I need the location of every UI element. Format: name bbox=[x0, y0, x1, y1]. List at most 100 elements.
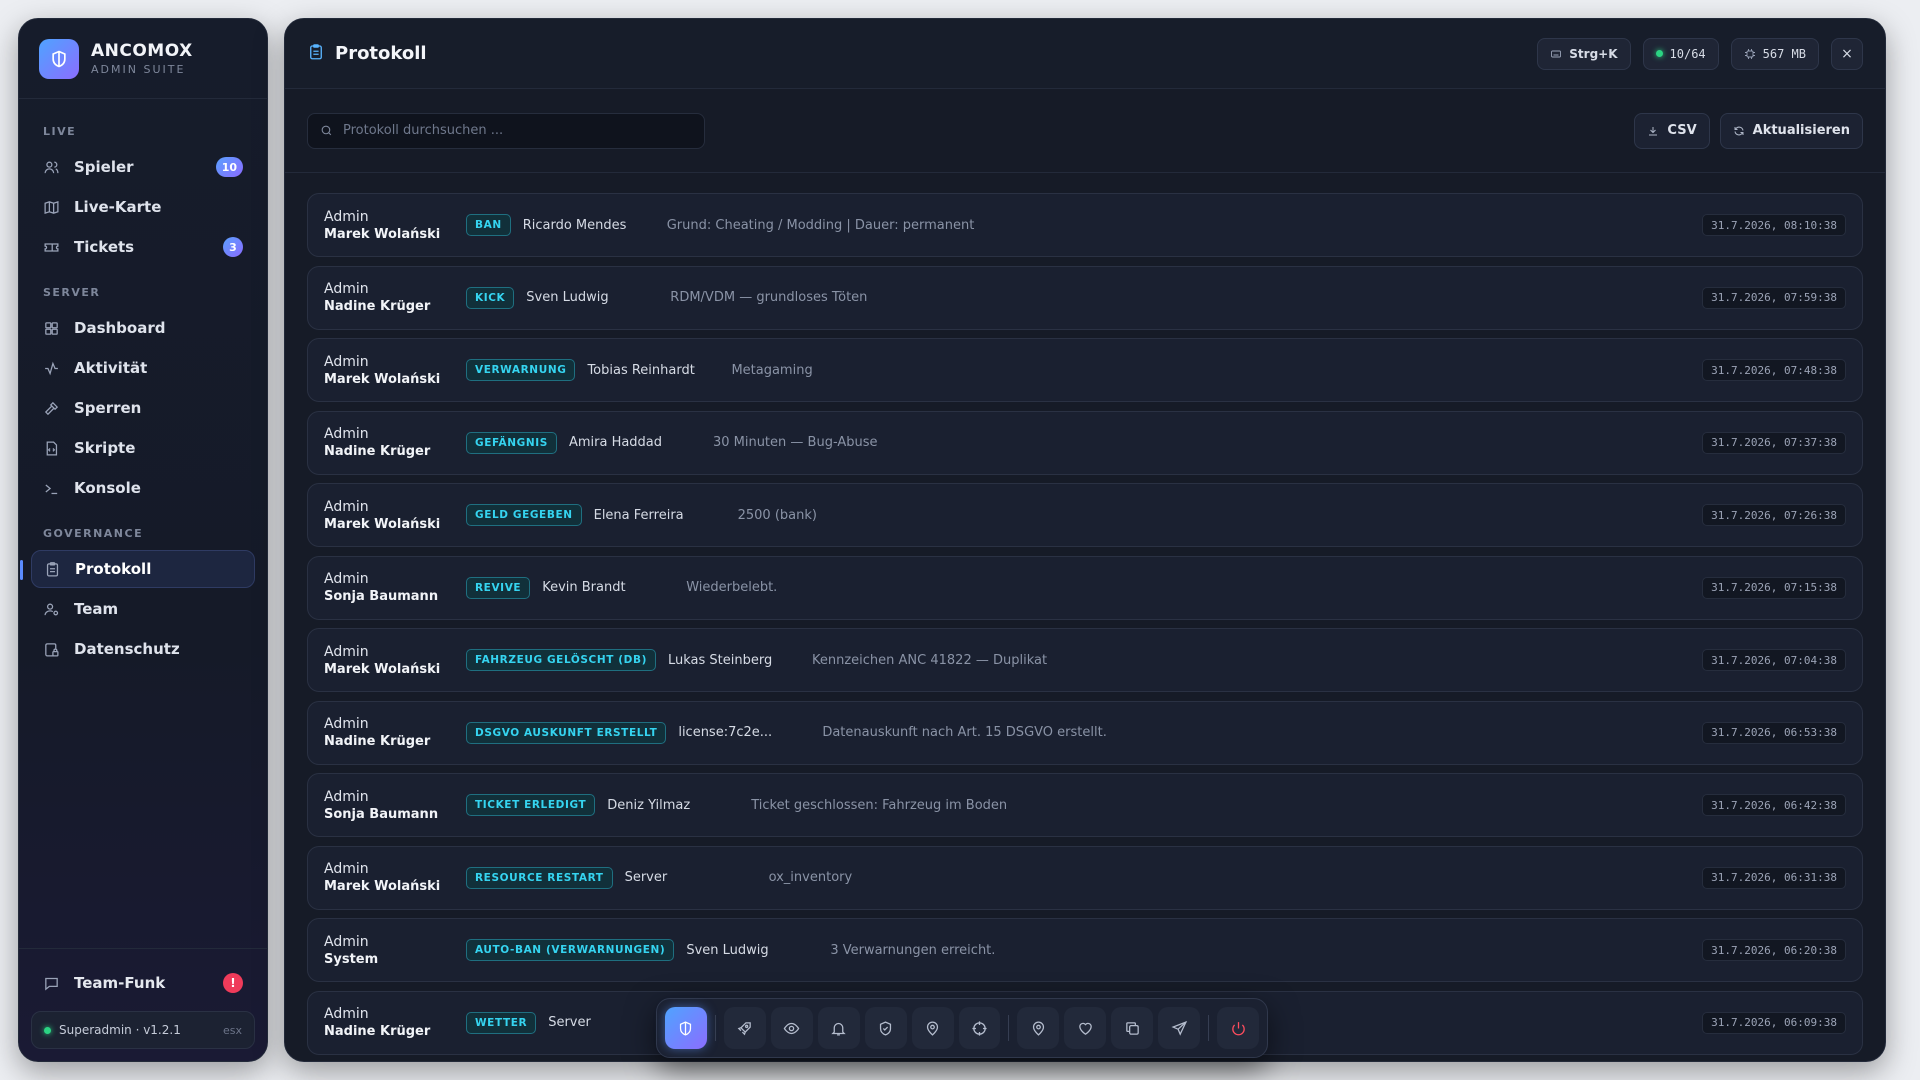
power-icon bbox=[1231, 1021, 1245, 1035]
sidebar-item-spieler[interactable]: Spieler 10 bbox=[31, 148, 255, 186]
log-entry[interactable]: Admin Marek Wolański FAHRZEUG GELÖSCHT (… bbox=[307, 628, 1863, 692]
log-target: Elena Ferreira bbox=[593, 507, 684, 523]
log-detail: Wiederbelebt. bbox=[686, 580, 778, 595]
dock-power-button[interactable] bbox=[1217, 1007, 1260, 1049]
dock-divider bbox=[714, 1015, 716, 1041]
brand[interactable]: ANCOMOX ADMIN SUITE bbox=[19, 19, 267, 99]
log-detail: Kennzeichen ANC 41822 — Duplikat bbox=[811, 652, 1048, 668]
memory-usage: 567 MB bbox=[1762, 46, 1806, 61]
log-entry[interactable]: Admin Sonja Baumann TICKET ERLEDIGT Deni… bbox=[307, 773, 1863, 837]
clipboard-lock-icon bbox=[45, 642, 59, 657]
log-detail: Grund: Cheating / Modding | Dauer: perma… bbox=[666, 217, 975, 233]
memory-chip: 567 MB bbox=[1730, 37, 1819, 70]
log-entry[interactable]: Admin Nadine Krüger KICK Sven Ludwig RDM… bbox=[307, 265, 1863, 330]
sidebar-item-team[interactable]: Team bbox=[31, 590, 255, 628]
actor-name: Nadine Krüger bbox=[324, 444, 431, 459]
sidebar-item-tickets[interactable]: Tickets 3 bbox=[31, 228, 255, 266]
dock-send-button[interactable] bbox=[1158, 1007, 1201, 1049]
actor-role: Admin bbox=[324, 861, 369, 877]
log-target: Sven Ludwig bbox=[686, 942, 769, 958]
sidebar-item-sperren[interactable]: Sperren bbox=[31, 389, 255, 427]
log-entry[interactable]: Admin Marek Wolański VERWARNUNG Tobias R… bbox=[307, 338, 1863, 402]
header-actions: Strg+K 10/64 567 MB × bbox=[1537, 37, 1863, 70]
clipboard-icon bbox=[307, 43, 325, 65]
close-button[interactable]: × bbox=[1831, 37, 1863, 70]
actor-name: Nadine Krüger bbox=[324, 299, 431, 314]
csv-export-button[interactable]: CSV bbox=[1634, 112, 1710, 149]
log-target: Ricardo Mendes bbox=[522, 217, 627, 233]
log-actor: Admin Marek Wolański bbox=[324, 209, 466, 242]
log-entry[interactable]: Admin Nadine Krüger DSGVO AUSKUNFT ERSTE… bbox=[307, 700, 1863, 765]
sidebar-item-live-karte[interactable]: Live-Karte bbox=[31, 188, 255, 226]
sidebar: ANCOMOX ADMIN SUITE LIVE Spieler 10 Live… bbox=[18, 18, 268, 1062]
dock-eye-button[interactable] bbox=[770, 1007, 813, 1049]
actor-role: Admin bbox=[324, 281, 369, 297]
sidebar-item-label: Datenschutz bbox=[74, 640, 180, 658]
action-badge: AUTO-BAN (VERWARNUNGEN) bbox=[466, 939, 675, 961]
sidebar-item-skripte[interactable]: Skripte bbox=[31, 429, 255, 467]
log-actor: Admin Nadine Krüger bbox=[324, 426, 466, 459]
search-input[interactable] bbox=[343, 123, 683, 138]
sidebar-item-datenschutz[interactable]: Datenschutz bbox=[31, 630, 255, 668]
alert-badge: ! bbox=[223, 973, 243, 993]
log-timestamp: 31.7.2026, 06:42:38 bbox=[1702, 794, 1846, 816]
dock-crosshair-button[interactable] bbox=[958, 1007, 1001, 1049]
log-actor: Admin Marek Wolański bbox=[324, 861, 466, 894]
log-detail: Ticket geschlossen: Fahrzeug im Boden bbox=[751, 797, 1008, 813]
action-badge: GEFÄNGNIS bbox=[466, 431, 557, 454]
log-entry[interactable]: Admin System AUTO-BAN (VERWARNUNGEN) Sve… bbox=[307, 918, 1863, 982]
log-entry[interactable]: Admin Marek Wolański RESOURCE RESTART Se… bbox=[307, 845, 1863, 910]
log-entry[interactable]: Admin Marek Wolański BAN Ricardo Mendes … bbox=[307, 193, 1863, 257]
dock-shield-check-button[interactable] bbox=[864, 1007, 907, 1049]
actor-name: Sonja Baumann bbox=[324, 806, 439, 822]
actor-role: Admin bbox=[324, 716, 369, 732]
team-funk-label: Team-Funk bbox=[74, 974, 166, 992]
main-panel: Protokoll Strg+K 10/64 567 MB × Protokol… bbox=[284, 18, 1886, 1062]
actor-name: Marek Wolański bbox=[324, 661, 441, 677]
search-box[interactable] bbox=[307, 112, 705, 149]
sidebar-item-label: Team bbox=[74, 600, 119, 618]
actor-role: Admin bbox=[324, 498, 369, 515]
csv-label: CSV bbox=[1667, 123, 1697, 138]
sidebar-footer: Team-Funk ! Superadmin · v1.2.1 esx bbox=[19, 948, 267, 1061]
team-funk-button[interactable]: Team-Funk ! bbox=[31, 965, 255, 1001]
log-actor: Admin Marek Wolański bbox=[324, 644, 466, 677]
action-badge: TICKET ERLEDIGT bbox=[466, 794, 596, 816]
log-target: Deniz Yilmaz bbox=[607, 797, 691, 813]
download-icon bbox=[1649, 126, 1658, 135]
dock-rocket-button[interactable] bbox=[723, 1007, 766, 1049]
dock-copy-button[interactable] bbox=[1111, 1007, 1154, 1049]
dock-heart-button[interactable] bbox=[1064, 1007, 1107, 1049]
dock-bell-button[interactable] bbox=[817, 1007, 860, 1049]
log-actor: Admin Nadine Krüger bbox=[324, 716, 466, 749]
sidebar-item-dashboard[interactable]: Dashboard bbox=[31, 309, 255, 347]
actor-role: Admin bbox=[324, 426, 369, 442]
action-badge: DSGVO AUSKUNFT ERSTELLT bbox=[466, 721, 667, 744]
toolbar: CSV Aktualisieren bbox=[285, 89, 1885, 173]
log-entry[interactable]: Admin Marek Wolański GELD GEGEBEN Elena … bbox=[307, 483, 1863, 547]
log-entry[interactable]: Admin Nadine Krüger GEFÄNGNIS Amira Hadd… bbox=[307, 410, 1863, 475]
sidebar-item-protokoll[interactable]: Protokoll bbox=[20, 550, 255, 588]
log-timestamp: 31.7.2026, 07:04:38 bbox=[1702, 649, 1846, 671]
log-timestamp: 31.7.2026, 06:31:38 bbox=[1702, 866, 1846, 889]
actor-role: Admin bbox=[324, 788, 369, 805]
refresh-button[interactable]: Aktualisieren bbox=[1719, 112, 1863, 149]
log-timestamp: 31.7.2026, 07:48:38 bbox=[1702, 359, 1846, 381]
actor-role: Admin bbox=[324, 1006, 369, 1022]
dock-location-button[interactable] bbox=[1017, 1007, 1060, 1049]
dock-shield-button[interactable] bbox=[665, 1007, 707, 1049]
count-badge: 3 bbox=[223, 237, 243, 257]
command-palette-button[interactable]: Strg+K bbox=[1537, 37, 1631, 70]
sidebar-item-konsole[interactable]: Konsole bbox=[31, 469, 255, 507]
dock-map-pin-button[interactable] bbox=[911, 1007, 954, 1049]
location-pin-icon bbox=[1032, 1021, 1045, 1036]
log-detail: 3 Verwarnungen erreicht. bbox=[830, 942, 996, 958]
actor-name: Sonja Baumann bbox=[324, 589, 439, 604]
sidebar-item-label: Live-Karte bbox=[74, 198, 162, 216]
log-entry[interactable]: Admin Sonja Baumann REVIVE Kevin Brandt … bbox=[307, 555, 1863, 620]
dock-divider bbox=[1008, 1015, 1010, 1041]
log-actor: Admin System bbox=[324, 934, 466, 967]
crosshair-icon bbox=[972, 1020, 987, 1036]
sidebar-item-label: Protokoll bbox=[75, 560, 152, 578]
sidebar-item-aktivitaet[interactable]: Aktivität bbox=[31, 349, 255, 387]
